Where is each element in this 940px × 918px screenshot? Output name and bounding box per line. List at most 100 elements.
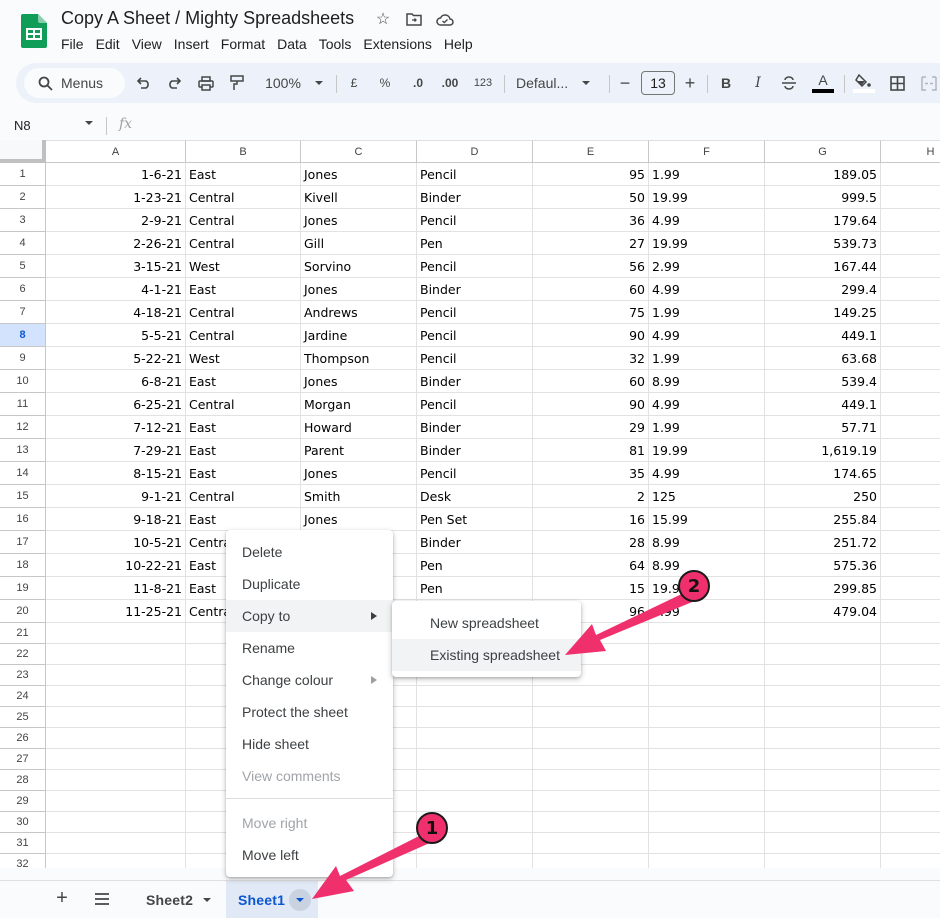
cell-e30[interactable]: [533, 812, 649, 833]
cell-g9[interactable]: 63.68: [765, 347, 881, 370]
cell-e8[interactable]: 90: [533, 324, 649, 347]
cell-g18[interactable]: 575.36: [765, 554, 881, 577]
cell-h32[interactable]: [881, 854, 940, 868]
row-header[interactable]: 26: [0, 728, 46, 749]
column-header-g[interactable]: G: [765, 140, 881, 163]
column-header-a[interactable]: A: [46, 140, 186, 163]
cell-d26[interactable]: [417, 728, 533, 749]
cell-b14[interactable]: East: [186, 462, 301, 485]
cell-f28[interactable]: [649, 770, 765, 791]
cell-f16[interactable]: 15.99: [649, 508, 765, 531]
cell-d16[interactable]: Pen Set: [417, 508, 533, 531]
cell-a31[interactable]: [46, 833, 186, 854]
zoom-select[interactable]: 100%: [261, 73, 327, 93]
move-to-folder-icon[interactable]: [405, 10, 423, 28]
italic-button[interactable]: I: [750, 73, 766, 93]
row-header[interactable]: 24: [0, 686, 46, 707]
cell-g21[interactable]: [765, 623, 881, 644]
cell-b9[interactable]: West: [186, 347, 301, 370]
menu-view[interactable]: View: [126, 35, 168, 53]
cell-e14[interactable]: 35: [533, 462, 649, 485]
cell-h27[interactable]: [881, 749, 940, 770]
cell-f7[interactable]: 1.99: [649, 301, 765, 324]
cell-d25[interactable]: [417, 707, 533, 728]
cell-h29[interactable]: [881, 791, 940, 812]
cell-h1[interactable]: [881, 163, 940, 186]
column-header-d[interactable]: D: [417, 140, 533, 163]
cell-a28[interactable]: [46, 770, 186, 791]
cell-b8[interactable]: Central: [186, 324, 301, 347]
cell-b12[interactable]: East: [186, 416, 301, 439]
row-header[interactable]: 12: [0, 416, 46, 439]
cell-d4[interactable]: Pen: [417, 232, 533, 255]
star-icon[interactable]: ☆: [374, 10, 392, 28]
cell-g27[interactable]: [765, 749, 881, 770]
cell-d32[interactable]: [417, 854, 533, 868]
cell-a15[interactable]: 9-1-21: [46, 485, 186, 508]
cell-a1[interactable]: 1-6-21: [46, 163, 186, 186]
cell-d13[interactable]: Binder: [417, 439, 533, 462]
cell-f18[interactable]: 8.99: [649, 554, 765, 577]
cell-g19[interactable]: 299.85: [765, 577, 881, 600]
cell-g22[interactable]: [765, 644, 881, 665]
cell-h24[interactable]: [881, 686, 940, 707]
column-header-f[interactable]: F: [649, 140, 765, 163]
cell-g10[interactable]: 539.4: [765, 370, 881, 393]
cell-f2[interactable]: 19.99: [649, 186, 765, 209]
cell-d8[interactable]: Pencil: [417, 324, 533, 347]
cell-g4[interactable]: 539.73: [765, 232, 881, 255]
formula-input[interactable]: [140, 116, 930, 136]
cell-h30[interactable]: [881, 812, 940, 833]
cell-h14[interactable]: [881, 462, 940, 485]
cell-c4[interactable]: Gill: [301, 232, 417, 255]
cell-g14[interactable]: 174.65: [765, 462, 881, 485]
cell-e29[interactable]: [533, 791, 649, 812]
cell-g8[interactable]: 449.1: [765, 324, 881, 347]
cell-g5[interactable]: 167.44: [765, 255, 881, 278]
cell-c8[interactable]: Jardine: [301, 324, 417, 347]
cell-f9[interactable]: 1.99: [649, 347, 765, 370]
chevron-down-icon[interactable]: [203, 897, 212, 902]
cell-e32[interactable]: [533, 854, 649, 868]
cell-f27[interactable]: [649, 749, 765, 770]
cell-g20[interactable]: 479.04: [765, 600, 881, 623]
row-header[interactable]: 4: [0, 232, 46, 255]
text-color-button[interactable]: A: [811, 73, 835, 93]
cell-a5[interactable]: 3-15-21: [46, 255, 186, 278]
cell-g1[interactable]: 189.05: [765, 163, 881, 186]
row-header[interactable]: 21: [0, 623, 46, 644]
cell-a18[interactable]: 10-22-21: [46, 554, 186, 577]
cell-h10[interactable]: [881, 370, 940, 393]
cell-g31[interactable]: [765, 833, 881, 854]
all-sheets-menu-icon[interactable]: [93, 891, 111, 907]
cell-g11[interactable]: 449.1: [765, 393, 881, 416]
cell-f32[interactable]: [649, 854, 765, 868]
cell-b16[interactable]: East: [186, 508, 301, 531]
cell-b5[interactable]: West: [186, 255, 301, 278]
menu-extensions[interactable]: Extensions: [357, 35, 437, 53]
column-header-c[interactable]: C: [301, 140, 417, 163]
row-header[interactable]: 9: [0, 347, 46, 370]
cell-c10[interactable]: Jones: [301, 370, 417, 393]
cell-h3[interactable]: [881, 209, 940, 232]
cell-g17[interactable]: 251.72: [765, 531, 881, 554]
cell-h26[interactable]: [881, 728, 940, 749]
cell-c1[interactable]: Jones: [301, 163, 417, 186]
cell-a9[interactable]: 5-22-21: [46, 347, 186, 370]
cell-f23[interactable]: [649, 665, 765, 686]
cell-f14[interactable]: 4.99: [649, 462, 765, 485]
font-size-input[interactable]: 13: [641, 71, 675, 95]
row-header[interactable]: 25: [0, 707, 46, 728]
cell-h9[interactable]: [881, 347, 940, 370]
cell-f21[interactable]: [649, 623, 765, 644]
row-header[interactable]: 10: [0, 370, 46, 393]
cell-d28[interactable]: [417, 770, 533, 791]
menu-item-change-colour[interactable]: Change colour: [226, 664, 393, 696]
number-format-button[interactable]: 123: [472, 73, 494, 93]
cell-a30[interactable]: [46, 812, 186, 833]
cell-g3[interactable]: 179.64: [765, 209, 881, 232]
cell-d24[interactable]: [417, 686, 533, 707]
cell-h16[interactable]: [881, 508, 940, 531]
menu-help[interactable]: Help: [438, 35, 479, 53]
cell-a2[interactable]: 1-23-21: [46, 186, 186, 209]
